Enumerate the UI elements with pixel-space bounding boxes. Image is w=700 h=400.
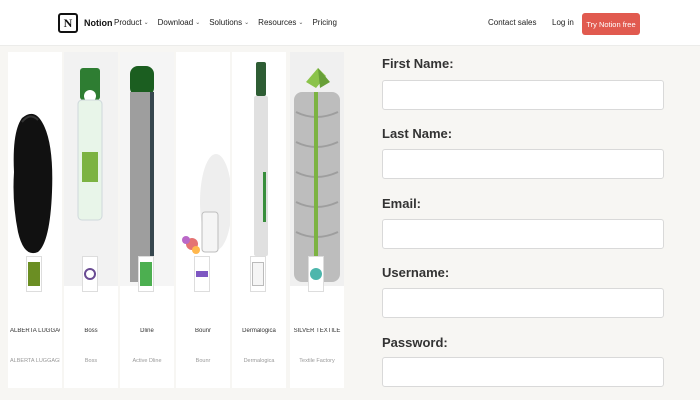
product-thumbnail (82, 256, 98, 292)
product-thumbnail (250, 256, 266, 292)
username-input[interactable] (382, 288, 664, 318)
product-name: ALBERTA LUGGAGE (10, 328, 60, 334)
product-gallery: ALBERTA LUGGAGE ALBERTA LUGGAGE Boss Bos… (8, 52, 344, 388)
product-subtitle: Active Dline (132, 358, 162, 364)
menu-item-label: Solutions (209, 18, 243, 27)
product-thumbnail (138, 256, 154, 292)
product-image (176, 52, 230, 286)
notion-logo[interactable]: N Notion (58, 13, 113, 33)
product-image (120, 52, 174, 286)
product-subtitle: Bounr (195, 358, 211, 364)
product-subtitle: Dermalogica (243, 358, 275, 364)
product-subtitle: Boss (84, 358, 98, 364)
first-name-label: First Name: (382, 56, 454, 71)
last-name-label: Last Name: (382, 126, 453, 141)
product-thumbnail (26, 256, 42, 292)
product-card[interactable]: ALBERTA LUGGAGE ALBERTA LUGGAGE (8, 52, 62, 388)
menu-item-solutions[interactable]: Solutions ⌄ (209, 18, 249, 27)
chevron-down-icon: ⌄ (244, 20, 250, 26)
email-input[interactable] (382, 219, 664, 249)
product-name: Dline (140, 328, 154, 334)
menu-item-label: Pricing (312, 18, 337, 27)
product-name: Boss (84, 328, 98, 334)
product-card[interactable]: SILVER TEXTILE Textile Factory (290, 52, 344, 388)
product-thumbnail (308, 256, 324, 292)
product-name: Bounr (194, 328, 211, 334)
menu-item-label: Product (114, 18, 142, 27)
product-card[interactable]: Bounr Bounr (176, 52, 230, 388)
main-menu: Product ⌄ Download ⌄ Solutions ⌄ Resources ⌄… (114, 18, 337, 27)
product-image (64, 52, 118, 286)
notion-logo-icon: N (58, 13, 78, 33)
password-label: Password: (382, 335, 448, 350)
menu-item-resources[interactable]: Resources ⌄ (258, 18, 303, 27)
product-card[interactable]: Dline Active Dline (120, 52, 174, 388)
email-label: Email: (382, 196, 422, 211)
product-card[interactable]: Boss Boss (64, 52, 118, 388)
contact-sales-link[interactable]: Contact sales (488, 18, 536, 27)
product-subtitle: Textile Factory (299, 358, 335, 364)
product-card[interactable]: Dermalogica Dermalogica (232, 52, 286, 388)
menu-item-download[interactable]: Download ⌄ (158, 18, 201, 27)
top-navigation-bar: N Notion Product ⌄ Download ⌄ Solutions ⌄ R… (0, 0, 700, 46)
product-image (290, 52, 344, 286)
login-link[interactable]: Log in (552, 18, 574, 27)
menu-item-label: Download (157, 18, 194, 27)
product-image (232, 52, 286, 286)
logo-text: Notion (84, 18, 113, 28)
try-notion-free-button[interactable]: Try Notion free (582, 13, 640, 35)
last-name-input[interactable] (382, 149, 664, 179)
product-image (8, 52, 62, 286)
chevron-down-icon: ⌄ (195, 20, 201, 26)
product-name: SILVER TEXTILE (293, 328, 341, 334)
product-thumbnail (194, 256, 210, 292)
username-label: Username: (382, 265, 450, 280)
chevron-down-icon: ⌄ (298, 20, 304, 26)
product-name: Dermalogica (242, 328, 276, 334)
password-input[interactable] (382, 357, 664, 387)
menu-item-label: Resources (258, 18, 297, 27)
first-name-input[interactable] (382, 80, 664, 110)
menu-item-pricing[interactable]: Pricing (312, 18, 336, 27)
menu-item-product[interactable]: Product ⌄ (114, 18, 149, 27)
product-subtitle: ALBERTA LUGGAGE (10, 358, 60, 364)
chevron-down-icon: ⌄ (143, 20, 149, 26)
